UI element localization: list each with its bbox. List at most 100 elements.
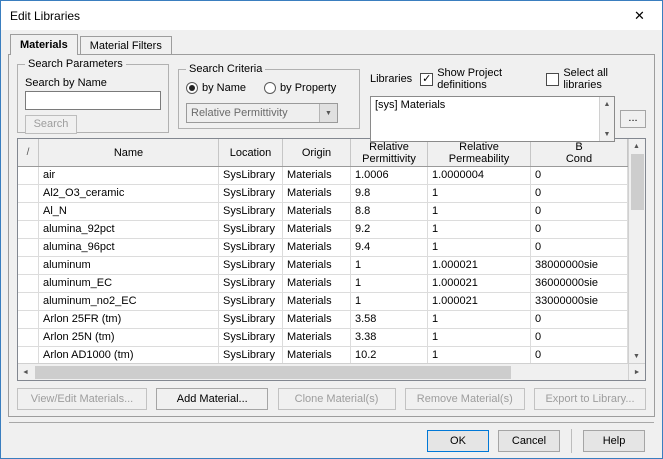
table-row[interactable]: Al2_O3_ceramic SysLibrary Materials 9.8 1 0 bbox=[18, 185, 628, 203]
table-row[interactable]: aluminum SysLibrary Materials 1 1.000021 3800… bbox=[18, 257, 628, 275]
rel-permittivity-line2: Permittivity bbox=[362, 152, 416, 165]
row-selector[interactable] bbox=[18, 293, 39, 311]
scroll-right-icon[interactable]: ► bbox=[630, 365, 645, 379]
help-button[interactable]: Help bbox=[583, 429, 645, 452]
tab-materials[interactable]: Materials bbox=[10, 34, 78, 55]
by-property-radio[interactable] bbox=[264, 82, 277, 94]
show-project-definitions-label: Show Project definitions bbox=[437, 67, 502, 91]
cell-bulk-conductivity: 0 bbox=[531, 185, 628, 203]
libraries-body: [sys] Materials ▲ ▼ ... bbox=[370, 96, 646, 142]
horizontal-scroll-thumb[interactable] bbox=[35, 365, 511, 379]
chevron-down-icon[interactable]: ▼ bbox=[319, 104, 337, 122]
column-header-relative-permeability[interactable]: Relative Permeability bbox=[428, 139, 531, 166]
export-to-library-button[interactable]: Export to Library... bbox=[534, 388, 646, 410]
table-horizontal-scrollbar[interactable]: ◄ bbox=[18, 364, 628, 380]
by-name-radio[interactable] bbox=[186, 82, 198, 94]
cell-relative-permeability: 1 bbox=[428, 185, 531, 203]
column-header-bulk-conductivity[interactable]: B Cond bbox=[531, 139, 628, 166]
table-row[interactable]: Arlon 25N (tm) SysLibrary Materials 3.38 1 0 bbox=[18, 329, 628, 347]
cell-bulk-conductivity: 0 bbox=[531, 203, 628, 221]
cell-name: alumina_92pct bbox=[39, 221, 219, 239]
sort-icon: / bbox=[26, 147, 30, 158]
cell-location: SysLibrary bbox=[219, 221, 283, 239]
row-selector[interactable] bbox=[18, 221, 39, 239]
search-parameters-group: Search Parameters Search by Name Search bbox=[17, 58, 169, 134]
close-button[interactable]: ✕ bbox=[617, 1, 662, 30]
row-selector[interactable] bbox=[18, 203, 39, 221]
cell-location: SysLibrary bbox=[219, 347, 283, 363]
table-vertical-scrollbar[interactable]: ▲ ▼ bbox=[628, 139, 645, 363]
cell-origin: Materials bbox=[283, 239, 351, 257]
table-row[interactable]: aluminum_EC SysLibrary Materials 1 1.000021 3… bbox=[18, 275, 628, 293]
table-row[interactable]: Arlon 25FR (tm) SysLibrary Materials 3.58 1 0 bbox=[18, 311, 628, 329]
row-selector[interactable] bbox=[18, 239, 39, 257]
libraries-label: Libraries bbox=[370, 73, 413, 85]
vertical-scroll-track[interactable] bbox=[629, 211, 645, 349]
show-project-definitions-option[interactable]: ✓ Show Project definitions bbox=[420, 67, 534, 91]
ok-button[interactable]: OK bbox=[427, 429, 489, 452]
cell-origin: Materials bbox=[283, 347, 351, 363]
cell-relative-permittivity: 8.8 bbox=[351, 203, 428, 221]
table-header-row: / Name Location Origin Relative Permitti… bbox=[18, 139, 628, 167]
cell-location: SysLibrary bbox=[219, 257, 283, 275]
cell-bulk-conductivity: 36000000sie bbox=[531, 275, 628, 293]
row-selector[interactable] bbox=[18, 329, 39, 347]
libraries-scrollbar[interactable]: ▲ ▼ bbox=[599, 97, 614, 141]
sort-column-header[interactable]: / bbox=[18, 139, 39, 166]
scroll-left-icon[interactable]: ◄ bbox=[18, 365, 33, 379]
view-edit-materials-button[interactable]: View/Edit Materials... bbox=[17, 388, 147, 410]
footer: OK Cancel Help bbox=[8, 423, 655, 458]
footer-divider bbox=[571, 428, 572, 453]
scroll-down-icon[interactable]: ▼ bbox=[600, 127, 615, 141]
table-row[interactable]: aluminum_no2_EC SysLibrary Materials 1 1.000… bbox=[18, 293, 628, 311]
cell-location: SysLibrary bbox=[219, 293, 283, 311]
property-dropdown[interactable]: Relative Permittivity ▼ bbox=[186, 103, 338, 123]
cell-origin: Materials bbox=[283, 329, 351, 347]
table-row[interactable]: alumina_92pct SysLibrary Materials 9.2 1 0 bbox=[18, 221, 628, 239]
column-header-relative-permittivity[interactable]: Relative Permittivity bbox=[351, 139, 428, 166]
table-row[interactable]: Arlon AD1000 (tm) SysLibrary Materials 10.2… bbox=[18, 347, 628, 363]
search-button[interactable]: Search bbox=[25, 115, 77, 134]
add-material-button[interactable]: Add Material... bbox=[156, 388, 269, 410]
property-dropdown-value: Relative Permittivity bbox=[191, 107, 288, 119]
browse-libraries-button[interactable]: ... bbox=[620, 110, 646, 128]
rel-permeability-line2: Permeability bbox=[448, 152, 510, 165]
table-row[interactable]: air SysLibrary Materials 1.0006 1.0000004 0 bbox=[18, 167, 628, 185]
scrollbar-corner[interactable]: ► bbox=[628, 364, 645, 380]
library-list-item[interactable]: [sys] Materials bbox=[375, 99, 596, 111]
row-selector[interactable] bbox=[18, 347, 39, 363]
row-selector[interactable] bbox=[18, 167, 39, 185]
search-by-name-input[interactable] bbox=[25, 91, 161, 110]
libraries-listbox[interactable]: [sys] Materials ▲ ▼ bbox=[370, 96, 615, 142]
clone-material-button[interactable]: Clone Material(s) bbox=[277, 388, 396, 410]
cell-relative-permeability: 1.000021 bbox=[428, 293, 531, 311]
show-project-definitions-checkbox[interactable]: ✓ bbox=[420, 72, 434, 86]
remove-material-button[interactable]: Remove Material(s) bbox=[404, 388, 525, 410]
row-selector[interactable] bbox=[18, 311, 39, 329]
cell-origin: Materials bbox=[283, 203, 351, 221]
column-header-origin-label: Origin bbox=[301, 146, 332, 159]
cell-relative-permeability: 1 bbox=[428, 347, 531, 363]
cell-origin: Materials bbox=[283, 293, 351, 311]
row-selector[interactable] bbox=[18, 257, 39, 275]
criteria-radio-row: by Name by Property bbox=[186, 82, 352, 94]
row-selector[interactable] bbox=[18, 275, 39, 293]
cell-origin: Materials bbox=[283, 257, 351, 275]
scroll-up-icon[interactable]: ▲ bbox=[629, 139, 644, 153]
vertical-scroll-thumb[interactable] bbox=[630, 154, 644, 210]
table-row[interactable]: alumina_96pct SysLibrary Materials 9.4 1 0 bbox=[18, 239, 628, 257]
scroll-up-icon[interactable]: ▲ bbox=[600, 97, 615, 111]
cell-relative-permeability: 1.000021 bbox=[428, 275, 531, 293]
row-selector[interactable] bbox=[18, 185, 39, 203]
column-header-origin[interactable]: Origin bbox=[283, 139, 351, 166]
scroll-down-icon[interactable]: ▼ bbox=[629, 349, 644, 363]
select-all-libraries-option[interactable]: Select all libraries bbox=[546, 67, 634, 91]
select-all-libraries-checkbox[interactable] bbox=[546, 72, 560, 86]
table-row[interactable]: Al_N SysLibrary Materials 8.8 1 0 bbox=[18, 203, 628, 221]
cell-location: SysLibrary bbox=[219, 311, 283, 329]
cell-bulk-conductivity: 0 bbox=[531, 221, 628, 239]
column-header-name[interactable]: Name bbox=[39, 139, 219, 166]
tab-material-filters[interactable]: Material Filters bbox=[79, 36, 172, 54]
column-header-location[interactable]: Location bbox=[219, 139, 283, 166]
cancel-button[interactable]: Cancel bbox=[498, 429, 560, 452]
